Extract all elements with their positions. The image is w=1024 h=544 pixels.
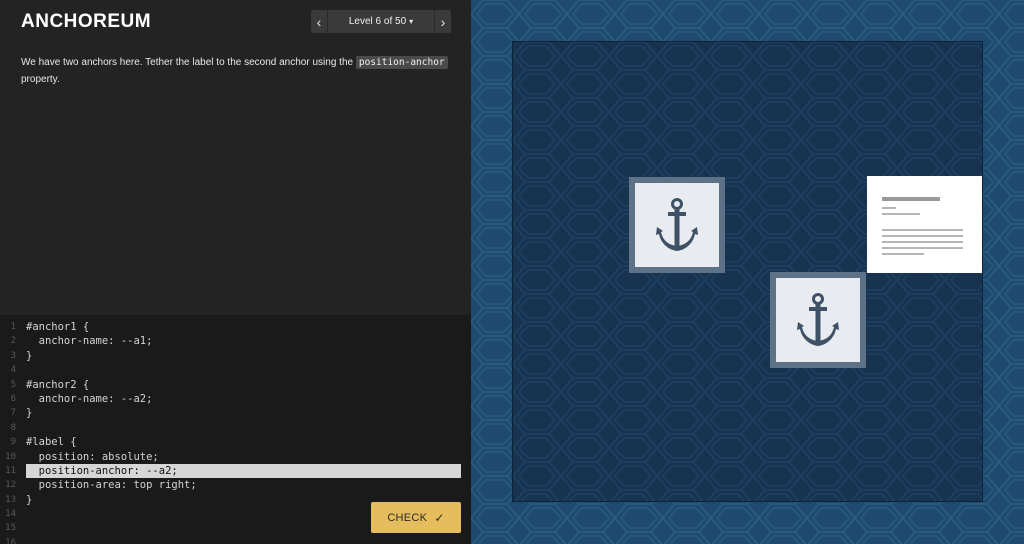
check-button-label: CHECK <box>387 511 428 524</box>
line-number: 8 <box>10 422 16 433</box>
line-number: 7 <box>10 408 16 419</box>
code-line[interactable]: } <box>26 349 466 363</box>
level-navigator: ‹ Level 6 of 50 ▾ › <box>311 10 451 33</box>
app-logo: ANCHOREUM <box>21 11 152 32</box>
instructions-text-end: property. <box>21 74 60 85</box>
checkmark-icon: ✓ <box>434 510 445 525</box>
css-code-editor[interactable]: 1 2 3 4 5 6 7 8 9 10 11 12 13 14 15 16 #anchor1 { ancho… <box>0 315 471 544</box>
line-number: 15 <box>5 523 16 534</box>
code-line[interactable]: #anchor2 { <box>26 378 466 392</box>
label-subtitle-bar <box>882 207 896 209</box>
code-line[interactable]: #anchor1 { <box>26 320 466 334</box>
line-number: 16 <box>5 537 16 544</box>
label-text-line <box>882 247 963 249</box>
level-select[interactable]: Level 6 of 50 ▾ <box>328 16 434 27</box>
label-text-line <box>882 253 924 255</box>
line-number: 6 <box>10 393 16 404</box>
code-line[interactable] <box>26 421 466 435</box>
line-number: 2 <box>10 336 16 347</box>
label-text-line <box>882 229 963 231</box>
instructions-text: We have two anchors here. Tether the lab… <box>21 57 356 68</box>
line-number: 1 <box>10 322 16 332</box>
line-number: 13 <box>5 494 16 505</box>
line-number: 5 <box>10 379 16 390</box>
chevron-left-icon: ‹ <box>316 13 322 30</box>
line-number-gutter: 1 2 3 4 5 6 7 8 9 10 11 12 13 14 15 16 <box>0 320 20 544</box>
code-line-highlighted[interactable]: position-anchor: --a2; <box>26 463 461 479</box>
label-text-line <box>882 241 963 243</box>
code-line[interactable]: } <box>26 406 466 420</box>
prev-level-button[interactable]: ‹ <box>311 10 328 33</box>
anchor-2 <box>770 272 866 368</box>
code-line[interactable]: position-area: top right; <box>26 478 466 492</box>
anchor-icon <box>656 198 698 251</box>
line-number: 10 <box>5 451 16 462</box>
anchor-2-inner <box>776 278 860 362</box>
label-card <box>867 176 982 273</box>
anchor-1-inner <box>635 183 719 267</box>
line-number: 3 <box>10 350 16 361</box>
line-number: 12 <box>5 480 16 491</box>
check-button[interactable]: CHECK ✓ <box>371 502 461 533</box>
line-number: 11 <box>5 465 16 476</box>
anchor-1 <box>629 177 725 273</box>
next-level-button[interactable]: › <box>434 10 451 33</box>
code-line[interactable]: position: absolute; <box>26 450 466 464</box>
code-line[interactable] <box>26 363 466 377</box>
label-title-bar <box>882 197 940 201</box>
code-line[interactable] <box>26 536 466 544</box>
header: ANCHOREUM ‹ Level 6 of 50 ▾ › <box>0 0 471 44</box>
editor-panel: ANCHOREUM ‹ Level 6 of 50 ▾ › We have tw… <box>0 0 471 544</box>
line-number: 9 <box>10 437 16 448</box>
anchor-icon <box>797 293 839 346</box>
caret-down-icon: ▾ <box>409 17 414 26</box>
level-label: Level 6 of 50 <box>348 16 407 27</box>
preview-stage <box>471 0 1024 544</box>
label-subtitle-bar <box>882 213 920 215</box>
code-line[interactable]: #label { <box>26 435 466 449</box>
chevron-right-icon: › <box>440 13 446 30</box>
preview-board <box>512 41 983 502</box>
instructions-code: position-anchor <box>355 56 448 69</box>
code-line[interactable]: anchor-name: --a2; <box>26 392 466 406</box>
level-instructions: We have two anchors here. Tether the lab… <box>21 54 451 88</box>
line-number: 14 <box>5 509 16 520</box>
label-text-line <box>882 235 963 237</box>
code-line[interactable]: anchor-name: --a1; <box>26 334 466 348</box>
line-number: 4 <box>10 365 16 376</box>
